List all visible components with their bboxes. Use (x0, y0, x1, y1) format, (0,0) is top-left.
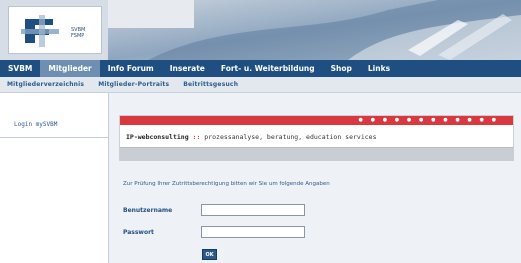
banner-footer-bar (120, 147, 513, 161)
subnav-item-beitrittsgesuch[interactable]: Beitrittsgesuch (176, 81, 245, 88)
password-label: Passwort (123, 229, 154, 236)
site-header: SVBM FSMP (0, 0, 521, 60)
sidebar-divider (0, 137, 108, 138)
username-label: Benutzername (123, 207, 173, 214)
password-input[interactable] (201, 226, 305, 238)
banner-separator: :: (192, 133, 201, 141)
main-navigation: SVBM Mitglieder Info Forum Inserate Fort… (0, 60, 521, 77)
svbm-logo-icon (15, 11, 75, 51)
login-intro-text: Zur Prüfung Ihrer Zutrittsberechtigung b… (123, 181, 330, 187)
logo-caption: SVBM FSMP (71, 27, 86, 39)
login-mysvbm-link[interactable]: Login mySVBM (14, 121, 57, 128)
site-logo[interactable]: SVBM FSMP (8, 6, 102, 54)
nav-item-links[interactable]: Links (360, 60, 398, 77)
nav-item-fort-weiterbildung[interactable]: Fort- u. Weiterbildung (213, 60, 323, 77)
sub-navigation: Mitgliederverzeichnis Mitglieder-Portrai… (0, 77, 521, 93)
banner-text: IP-webconsulting :: prozessanalyse, bera… (126, 133, 376, 141)
nav-item-mitglieder[interactable]: Mitglieder (40, 60, 100, 77)
banner-tagline: prozessanalyse, beratung, education serv… (204, 133, 377, 141)
nav-item-shop[interactable]: Shop (323, 60, 360, 77)
sidebar: Login mySVBM (0, 93, 109, 263)
main-content: ● ● ● ● ● ● ● ● ● ● ● ● IP-webconsulting… (109, 93, 521, 263)
nav-item-svbm[interactable]: SVBM (0, 60, 40, 77)
banner-brand: IP-webconsulting (126, 133, 189, 141)
ad-banner[interactable]: ● ● ● ● ● ● ● ● ● ● ● ● IP-webconsulting… (119, 115, 514, 161)
nav-item-inserate[interactable]: Inserate (162, 60, 213, 77)
subnav-item-mitgliederverzeichnis[interactable]: Mitgliederverzeichnis (0, 81, 91, 88)
subnav-item-mitglieder-portraits[interactable]: Mitglieder-Portraits (91, 81, 176, 88)
username-input[interactable] (201, 204, 305, 216)
nav-item-info-forum[interactable]: Info Forum (100, 60, 162, 77)
submit-button[interactable]: OK (202, 249, 217, 260)
banner-red-bar: ● ● ● ● ● ● ● ● ● ● ● ● (120, 116, 513, 125)
banner-dots: ● ● ● ● ● ● ● ● ● ● ● ● (358, 117, 499, 123)
header-banner-image (108, 0, 521, 60)
